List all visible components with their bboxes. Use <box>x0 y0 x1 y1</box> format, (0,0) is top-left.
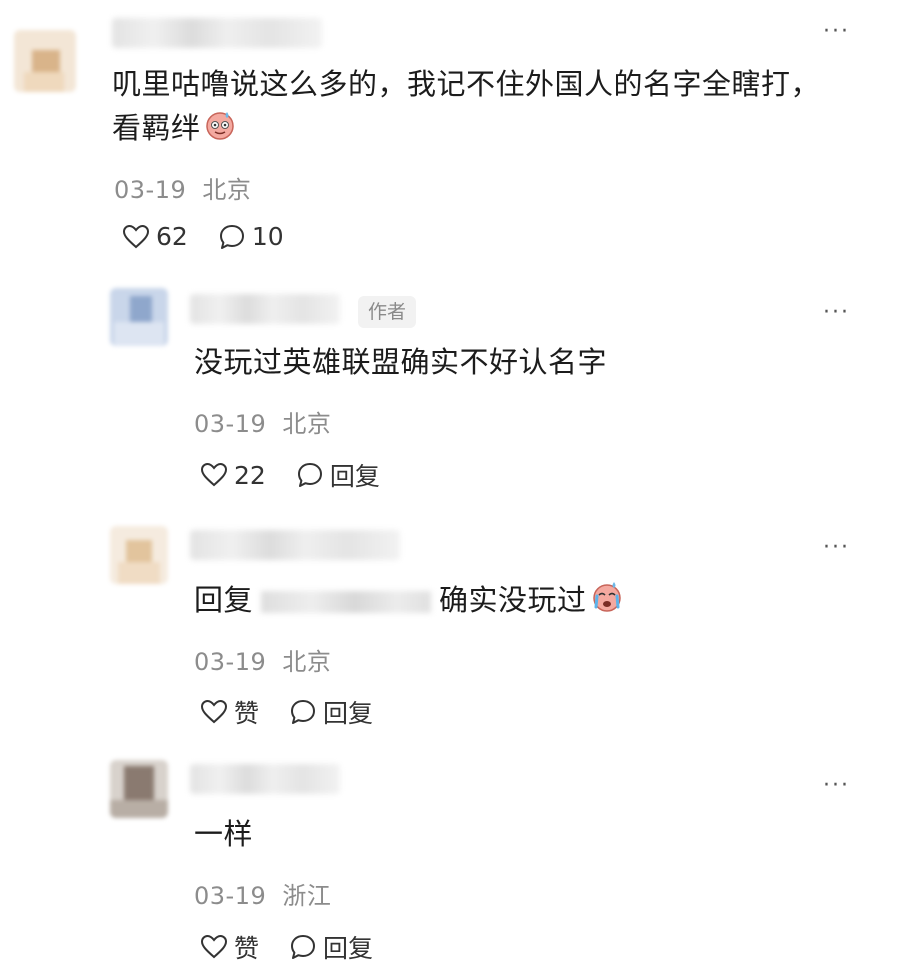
reply-date: 03-19 <box>194 882 267 910</box>
avatar[interactable] <box>14 30 76 92</box>
like-button[interactable]: 22 <box>200 461 266 490</box>
reply-location: 浙江 <box>282 882 332 910</box>
username-blurred[interactable] <box>190 530 400 560</box>
reply-text: 一样 <box>194 817 254 851</box>
reply-actions: 赞 回复 <box>200 929 373 965</box>
comment-location: 北京 <box>202 176 252 204</box>
comment-text: 叽里咕噜说这么多的，我记不住外国人的名字全瞎打， 看羁绊 <box>112 62 820 153</box>
heart-icon <box>200 462 228 487</box>
speech-bubble-icon <box>291 935 316 959</box>
more-options-button[interactable]: ··· <box>823 537 850 559</box>
like-button[interactable]: 赞 <box>200 694 259 730</box>
avatar[interactable] <box>110 526 168 584</box>
like-button[interactable]: 62 <box>122 222 188 251</box>
reply-label: 回复 <box>323 934 374 963</box>
speech-bubble-icon <box>291 700 316 724</box>
reply-label: 回复 <box>323 699 374 728</box>
more-options-button[interactable]: ··· <box>823 775 850 797</box>
reply-label: 回复 <box>329 462 380 491</box>
comment-button[interactable]: 10 <box>218 222 284 251</box>
reply-date: 03-19 <box>194 648 267 676</box>
avatar[interactable] <box>110 288 168 346</box>
comment-text-tail: 看羁绊 <box>112 111 201 145</box>
reply-meta: 03-19 北京 <box>194 404 331 439</box>
like-button[interactable]: 赞 <box>200 929 259 965</box>
reply-prefix: 回复 <box>194 583 254 617</box>
comment-meta: 03-19 北京 <box>114 170 251 205</box>
like-count: 62 <box>156 222 188 251</box>
author-badge: 作者 <box>358 296 417 328</box>
crying-emoji-icon <box>589 579 625 625</box>
comment-date: 03-19 <box>114 176 187 204</box>
comment-count: 10 <box>251 222 284 251</box>
mentioned-username-blurred[interactable] <box>261 591 432 613</box>
like-label: 赞 <box>234 934 260 963</box>
more-options-button[interactable]: ··· <box>823 302 850 324</box>
username-blurred[interactable] <box>112 18 322 48</box>
more-options-button[interactable]: ··· <box>823 21 850 43</box>
reply-button[interactable]: 回复 <box>289 694 373 730</box>
reply-meta: 03-19 北京 <box>194 642 331 677</box>
reply-location: 北京 <box>282 410 332 438</box>
comment-text-line: 叽里咕噜说这么多的，我记不住外国人的名字全瞎打， <box>112 67 821 101</box>
speech-bubble-icon <box>219 224 244 249</box>
avatar[interactable] <box>110 760 168 818</box>
like-count: 22 <box>234 460 266 490</box>
username-blurred[interactable] <box>190 764 340 794</box>
comment-text-line: 看羁绊 <box>112 106 820 153</box>
reply-actions: 赞 回复 <box>200 694 373 730</box>
reply-body: 确实没玩过 <box>439 583 587 617</box>
heart-icon <box>200 699 228 724</box>
comment-actions: 62 10 <box>122 222 284 251</box>
heart-icon <box>200 934 228 959</box>
sweat-smile-emoji-icon <box>203 107 237 153</box>
speech-bubble-icon <box>297 463 322 487</box>
heart-icon <box>122 224 150 248</box>
reply-date: 03-19 <box>194 410 267 438</box>
reply-text: 没玩过英雄联盟确实不好认名字 <box>194 345 608 379</box>
username-blurred[interactable] <box>190 294 340 324</box>
reply-actions: 22 回复 <box>200 457 380 493</box>
reply-button[interactable]: 回复 <box>289 929 373 965</box>
reply-text: 回复 确实没玩过 <box>194 578 625 625</box>
reply-meta: 03-19 浙江 <box>194 876 331 911</box>
reply-button[interactable]: 回复 <box>296 457 380 493</box>
like-label: 赞 <box>234 699 260 728</box>
reply-location: 北京 <box>282 648 332 676</box>
